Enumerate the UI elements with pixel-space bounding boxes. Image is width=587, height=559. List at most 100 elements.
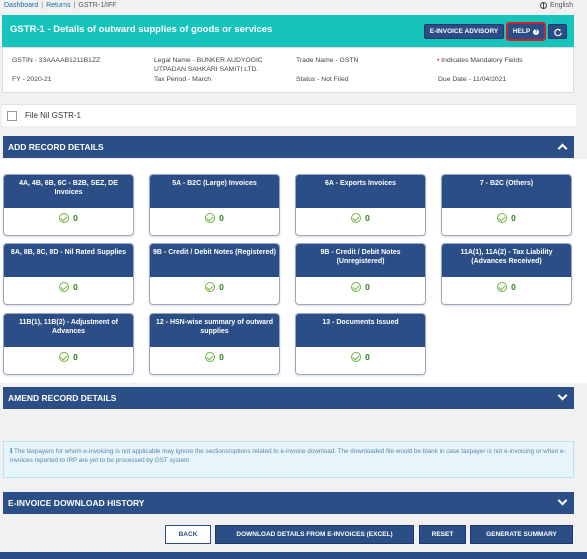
page-header: GSTR-1 - Details of outward supplies of …: [2, 15, 574, 47]
filing-status: Status - Not Filed: [296, 76, 349, 83]
refresh-icon: [553, 28, 562, 36]
einvoice-download-history-label: E-INVOICE DOWNLOAD HISTORY: [8, 498, 145, 508]
breadcrumb-separator: |: [41, 2, 44, 9]
tile-hsn-summary[interactable]: 12 - HSN-wise summary of outward supplie…: [149, 313, 280, 375]
check-circle-icon: [497, 213, 508, 223]
legal-name-line-1: Legal Name - BUNKER AUDYOGIC: [154, 57, 263, 64]
tile-b2b-invoices[interactable]: 4A, 4B, 6B, 6C - B2B, SEZ, DE Invoices 0: [3, 174, 134, 236]
check-circle-icon: [497, 282, 508, 292]
legal-name-line-2: UTPADAN SAHKARI SAMITI LTD.: [154, 66, 259, 73]
tile-title: 12 - HSN-wise summary of outward supplie…: [150, 314, 279, 347]
due-date: Due Date - 11/04/2021: [438, 76, 507, 83]
tile-b2c-others[interactable]: 7 - B2C (Others) 0: [441, 174, 572, 236]
tile-exports-invoices[interactable]: 6A - Exports Invoices 0: [295, 174, 426, 236]
file-nil-row: File Nil GSTR-1: [2, 104, 576, 126]
generate-summary-label: GENERATE SUMMARY: [486, 531, 557, 538]
gstin: GSTIN - 33AAAAB1211B1ZZ: [12, 57, 101, 64]
tile-title: 8A, 8B, 8C, 8D - Nil Rated Supplies: [4, 244, 133, 277]
check-circle-icon: [351, 213, 362, 223]
tile-count: 0: [219, 352, 224, 362]
reset-button[interactable]: RESET: [419, 525, 466, 544]
record-tiles: 4A, 4B, 6B, 6C - B2B, SEZ, DE Invoices 0…: [0, 159, 587, 383]
tile-count: 0: [365, 282, 370, 292]
tile-count: 0: [365, 213, 370, 223]
tile-credit-debit-registered[interactable]: 9B - Credit / Debit Notes (Registered) 0: [149, 243, 280, 305]
globe-icon: [540, 2, 548, 9]
check-circle-icon: [205, 213, 216, 223]
add-record-details-label: ADD RECORD DETAILS: [8, 142, 104, 152]
einvoice-advisory-button[interactable]: E-INVOICE ADVISORY: [424, 24, 504, 39]
breadcrumb-current: GSTR-1/IFF: [78, 2, 117, 9]
tile-count: 0: [73, 352, 78, 362]
tile-title: 13 - Documents Issued: [296, 314, 425, 347]
help-button[interactable]: HELP ?: [506, 22, 546, 41]
back-button[interactable]: BACK: [165, 525, 211, 544]
tile-b2c-large-invoices[interactable]: 5A - B2C (Large) Invoices 0: [149, 174, 280, 236]
tile-count: 0: [73, 282, 78, 292]
tile-count: 0: [511, 213, 516, 223]
check-circle-icon: [59, 213, 70, 223]
tile-count: 0: [219, 282, 224, 292]
check-circle-icon: [59, 282, 70, 292]
tile-title: 11B(1), 11B(2) - Adjustment of Advances: [4, 314, 133, 347]
chevron-down-icon: [557, 495, 568, 506]
tile-title: 6A - Exports Invoices: [296, 175, 425, 208]
breadcrumb: Dashboard | Returns | GSTR-1/IFF: [4, 2, 117, 9]
breadcrumb-separator: |: [73, 2, 76, 9]
file-nil-label: File Nil GSTR-1: [25, 111, 82, 120]
bottom-bar: [0, 552, 587, 559]
tile-count: 0: [365, 352, 370, 362]
check-circle-icon: [351, 352, 362, 362]
mandatory-note: • Indicates Mandatory Fields: [437, 57, 523, 65]
tile-count: 0: [219, 213, 224, 223]
tile-title: 9B - Credit / Debit Notes (Unregistered): [296, 244, 425, 277]
download-einvoices-excel-label: DOWNLOAD DETAILS FROM E-INVOICES (EXCEL): [236, 531, 393, 538]
language-selector[interactable]: English: [540, 2, 573, 9]
breadcrumb-returns[interactable]: Returns: [46, 2, 71, 9]
check-circle-icon: [205, 282, 216, 292]
amend-record-details-label: AMEND RECORD DETAILS: [8, 393, 117, 403]
check-circle-icon: [59, 352, 70, 362]
tile-adjustment-of-advances[interactable]: 11B(1), 11B(2) - Adjustment of Advances …: [3, 313, 134, 375]
financial-year: FY - 2020-21: [12, 76, 52, 83]
tile-title: 4A, 4B, 6B, 6C - B2B, SEZ, DE Invoices: [4, 175, 133, 208]
check-circle-icon: [351, 282, 362, 292]
tile-count: 0: [73, 213, 78, 223]
einvoice-notice: ℹ The taxpayers for whom e-invoicing is …: [3, 441, 574, 478]
tile-documents-issued[interactable]: 13 - Documents Issued 0: [295, 313, 426, 375]
breadcrumb-dashboard[interactable]: Dashboard: [4, 2, 38, 9]
page-title: GSTR-1 - Details of outward supplies of …: [10, 24, 273, 35]
info-icon: ?: [533, 28, 540, 35]
reset-label: RESET: [431, 531, 454, 538]
download-einvoices-excel-button[interactable]: DOWNLOAD DETAILS FROM E-INVOICES (EXCEL): [215, 525, 414, 544]
einvoice-notice-text: The taxpayers for whom e-invoicing is no…: [10, 448, 566, 464]
tile-credit-debit-unregistered[interactable]: 9B - Credit / Debit Notes (Unregistered)…: [295, 243, 426, 305]
tile-title: 5A - B2C (Large) Invoices: [150, 175, 279, 208]
amend-record-details-bar[interactable]: AMEND RECORD DETAILS: [3, 387, 574, 409]
help-label: HELP: [512, 28, 531, 35]
einvoice-advisory-label: E-INVOICE ADVISORY: [429, 28, 499, 35]
generate-summary-button[interactable]: GENERATE SUMMARY: [470, 525, 573, 544]
info-icon: ℹ: [10, 448, 13, 455]
check-circle-icon: [205, 352, 216, 362]
trade-name: Trade Name - GSTN: [296, 57, 359, 64]
file-nil-checkbox[interactable]: [7, 110, 17, 121]
language-label: English: [550, 2, 573, 9]
tile-title: 9B - Credit / Debit Notes (Registered): [150, 244, 279, 277]
tile-count: 0: [511, 282, 516, 292]
tile-tax-liability-advances[interactable]: 11A(1), 11A(2) - Tax Liability (Advances…: [441, 243, 572, 305]
tile-title: 7 - B2C (Others): [442, 175, 571, 208]
refresh-button[interactable]: [548, 24, 567, 39]
tile-title: 11A(1), 11A(2) - Tax Liability (Advances…: [442, 244, 571, 277]
required-star-icon: •: [437, 57, 440, 64]
top-bar: Dashboard | Returns | GSTR-1/IFF English: [0, 0, 587, 14]
tax-period: Tax Period - March: [154, 76, 212, 83]
chevron-down-icon: [557, 390, 568, 401]
tile-nil-rated-supplies[interactable]: 8A, 8B, 8C, 8D - Nil Rated Supplies 0: [3, 243, 134, 305]
add-record-details-bar[interactable]: ADD RECORD DETAILS: [3, 136, 574, 158]
back-label: BACK: [178, 531, 198, 538]
chevron-up-icon: [557, 143, 568, 154]
mandatory-note-text: Indicates Mandatory Fields: [441, 57, 523, 64]
taxpayer-details: GSTIN - 33AAAAB1211B1ZZ FY - 2020-21 Leg…: [2, 47, 574, 93]
einvoice-download-history-bar[interactable]: E-INVOICE DOWNLOAD HISTORY: [3, 492, 574, 514]
